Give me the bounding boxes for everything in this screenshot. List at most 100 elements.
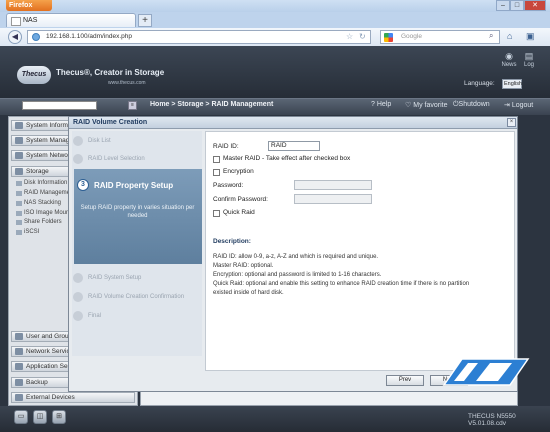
firefox-menu-button[interactable]: Firefox <box>6 0 52 11</box>
encryption-label: Encryption <box>223 168 254 175</box>
step-dot-icon <box>73 292 83 302</box>
quick-raid-label: Quick Raid <box>223 209 255 216</box>
firmware-version: THECUS N5550 V5.01.08.cdv <box>468 413 516 427</box>
logout-button[interactable]: ⇥ Logout <box>504 101 533 109</box>
description-line: Master RAID: optional. <box>213 263 274 269</box>
sidebar-collapse-icon[interactable]: ≡ <box>128 101 137 110</box>
confirm-password-label: Confirm Password: <box>213 196 268 203</box>
quick-raid-checkbox[interactable] <box>213 210 220 217</box>
minimize-button[interactable]: – <box>496 0 510 11</box>
description-line: Quick Raid: optional and enable this set… <box>213 281 470 287</box>
sidebar-item-share-folders[interactable]: Share Folders <box>16 219 62 225</box>
logout-icon: ⇥ <box>504 102 510 109</box>
bookmarks-menu-icon[interactable]: ▣ <box>526 31 535 42</box>
language-select[interactable]: English <box>502 79 522 89</box>
sidebar-search-input[interactable] <box>22 101 97 110</box>
description-line: Encryption: optional and password is lim… <box>213 272 382 278</box>
step-dot-icon <box>73 273 83 283</box>
maximize-button[interactable]: □ <box>510 0 524 11</box>
disk-status-icon[interactable]: ◫ <box>33 410 47 424</box>
info-icon <box>15 122 23 129</box>
app-server-icon <box>15 363 23 370</box>
usb-icon <box>15 394 23 401</box>
confirm-password-field[interactable] <box>294 194 372 204</box>
brand-website: www.thecus.com <box>108 80 146 86</box>
brand-tagline: Thecus®, Creator in Storage <box>56 68 165 77</box>
page-favicon-icon <box>11 17 21 26</box>
network-icon <box>15 152 23 159</box>
step-raid-system-setup: RAID System Setup <box>73 273 141 283</box>
master-raid-checkbox[interactable] <box>213 156 220 163</box>
step-dot-icon <box>73 154 83 164</box>
legit-reviews-logo <box>442 358 530 386</box>
heart-icon: ♡ <box>405 102 412 109</box>
password-label: Password: <box>213 182 244 189</box>
step-raid-level-selection: RAID Level Selection <box>73 154 145 164</box>
search-bar[interactable]: Google ⌕ <box>380 30 500 44</box>
sidebar-cat-external-devices[interactable]: External Devices <box>11 392 135 403</box>
raid-id-label: RAID ID: <box>213 143 239 150</box>
log-link[interactable]: ▤ Log <box>516 51 542 68</box>
log-label: Log <box>523 62 534 68</box>
sidebar-item-disk-information[interactable]: Disk Information <box>16 180 67 186</box>
disc-icon <box>16 211 22 216</box>
encryption-checkbox[interactable] <box>213 169 220 176</box>
help-icon: ? <box>371 101 375 108</box>
search-placeholder: Google <box>401 33 422 40</box>
disk-icon <box>16 181 22 186</box>
home-icon[interactable]: ⌂ <box>507 31 512 41</box>
thecus-logo: Thecus <box>17 66 51 84</box>
dialog-close-icon[interactable]: × <box>507 118 516 127</box>
iscsi-icon <box>16 230 22 235</box>
address-bar[interactable]: 192.168.1.100/adm/index.php ☆ ↻ <box>27 30 371 44</box>
master-raid-label: Master RAID - Take effect after checked … <box>223 155 351 162</box>
back-button[interactable]: ◀ <box>8 30 22 44</box>
browser-titlebar <box>0 0 550 12</box>
shutdown-button[interactable]: ⏻Shutdown <box>453 101 490 109</box>
reload-icon[interactable]: ↻ <box>359 32 366 41</box>
monitor-icon[interactable]: ▭ <box>14 410 28 424</box>
backup-icon <box>15 379 23 386</box>
sidebar-item-nas-stacking[interactable]: NAS Stacking <box>16 200 61 206</box>
news-label: News <box>501 62 517 68</box>
close-window-button[interactable]: ✕ <box>524 0 546 11</box>
stack-icon <box>16 201 22 206</box>
url-text: 192.168.1.100/adm/index.php <box>46 33 133 40</box>
tab-title: NAS <box>23 17 38 24</box>
step-disk-list: Disk List <box>73 136 111 146</box>
description-line: existed inside of hard disk. <box>213 290 284 296</box>
folder-icon <box>16 220 22 225</box>
new-tab-button[interactable]: + <box>138 14 152 27</box>
storage-icon <box>15 168 23 175</box>
gear-icon <box>15 137 23 144</box>
users-icon <box>15 333 23 340</box>
bookmark-star-icon[interactable]: ☆ <box>346 32 353 41</box>
browser-tab-nas[interactable]: NAS <box>6 13 136 27</box>
raid-icon <box>16 191 22 196</box>
step-final: Final <box>73 311 101 321</box>
language-label: Language: <box>464 80 495 87</box>
dialog-title: RAID Volume Creation <box>69 117 517 129</box>
active-step-description: Setup RAID property in varies situation … <box>80 205 195 219</box>
breadcrumb: Home > Storage > RAID Management <box>150 101 274 108</box>
search-icon[interactable]: ⌕ <box>489 31 493 41</box>
service-icon <box>15 348 23 355</box>
description-title: Description: <box>213 238 251 245</box>
description-line: RAID ID: allow 0-9, a-z, A-Z and which i… <box>213 254 379 260</box>
prev-button[interactable]: Prev <box>386 375 424 386</box>
password-field[interactable] <box>294 180 372 190</box>
help-button[interactable]: ? Help <box>371 101 391 108</box>
sidebar-item-iscsi[interactable]: iSCSI <box>16 229 39 235</box>
log-icon: ▤ <box>524 51 534 61</box>
network-status-icon[interactable]: ⊞ <box>52 410 66 424</box>
raid-id-input[interactable]: RAID <box>268 141 320 151</box>
step-dot-icon <box>73 136 83 146</box>
site-identity-icon <box>32 33 40 41</box>
step-dot-icon <box>73 311 83 321</box>
active-step-number: 3 <box>77 179 89 191</box>
favorite-button[interactable]: ♡ My favorite <box>405 101 447 109</box>
step-raid-volume-creation-confirmation: RAID Volume Creation Confirmation <box>73 292 184 302</box>
raid-property-form <box>205 131 515 371</box>
google-logo-icon <box>384 33 393 42</box>
active-step-title: RAID Property Setup <box>94 181 174 190</box>
